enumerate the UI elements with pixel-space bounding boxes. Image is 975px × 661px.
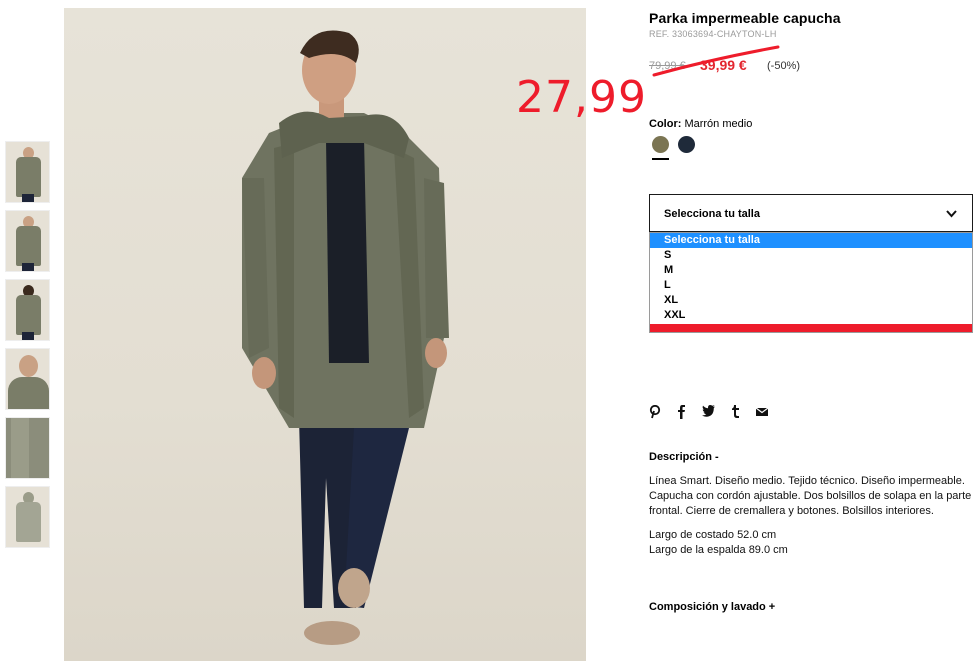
size-option[interactable]: Selecciona tu talla xyxy=(650,233,972,248)
measure-back: Largo de la espalda 89.0 cm xyxy=(649,544,788,556)
composition-toggle[interactable]: Composición y lavado + xyxy=(649,601,775,613)
size-select[interactable]: Selecciona tu talla xyxy=(649,194,973,232)
size-option[interactable]: M xyxy=(650,263,972,278)
description-toggle[interactable]: Descripción - xyxy=(649,451,719,463)
price-strike-annotation xyxy=(652,45,780,77)
thumbnail-6[interactable] xyxy=(5,486,50,548)
thumbnail-1[interactable] xyxy=(5,141,50,203)
thumbnail-2[interactable] xyxy=(5,210,50,272)
thumbnail-4[interactable] xyxy=(5,348,50,410)
selected-swatch-indicator xyxy=(652,158,669,160)
model-illustration xyxy=(242,30,449,645)
chevron-down-icon xyxy=(946,210,957,218)
product-reference: REF. 33063694-CHAYTON-LH xyxy=(649,29,777,39)
color-value: Marrón medio xyxy=(684,118,753,130)
email-icon[interactable] xyxy=(756,408,768,416)
pinterest-icon[interactable] xyxy=(649,405,661,419)
size-select-value: Selecciona tu talla xyxy=(664,208,760,220)
measure-side: Largo de costado 52.0 cm xyxy=(649,529,777,541)
color-row: Color: Marrón medio xyxy=(649,118,752,130)
size-option[interactable]: S xyxy=(650,248,972,263)
thumbnail-3[interactable] xyxy=(5,279,50,341)
product-page: Parka impermeable capucha REF. 33063694-… xyxy=(0,0,975,661)
color-swatch-navy[interactable] xyxy=(678,136,695,153)
size-option[interactable]: L xyxy=(650,278,972,293)
twitter-icon[interactable] xyxy=(702,405,715,417)
handwritten-price-annotation: 27,99 xyxy=(516,72,647,123)
thumbnail-gallery xyxy=(5,141,51,555)
facebook-icon[interactable] xyxy=(677,405,686,419)
size-dropdown-list: Selecciona tu talla S M L XL XXL xyxy=(649,232,973,333)
main-product-image[interactable] xyxy=(64,8,586,661)
description-body: Línea Smart. Diseño medio. Tejido técnic… xyxy=(649,474,975,558)
size-option[interactable]: XL xyxy=(650,293,972,308)
color-label: Color: xyxy=(649,118,682,130)
tumblr-icon[interactable] xyxy=(731,405,740,418)
product-title: Parka impermeable capucha xyxy=(649,10,841,26)
dropdown-annotation-bar xyxy=(650,324,972,332)
thumbnail-5[interactable] xyxy=(5,417,50,479)
color-swatch-brown[interactable] xyxy=(652,136,669,153)
size-option[interactable]: XXL xyxy=(650,308,972,323)
description-text: Línea Smart. Diseño medio. Tejido técnic… xyxy=(649,475,972,517)
